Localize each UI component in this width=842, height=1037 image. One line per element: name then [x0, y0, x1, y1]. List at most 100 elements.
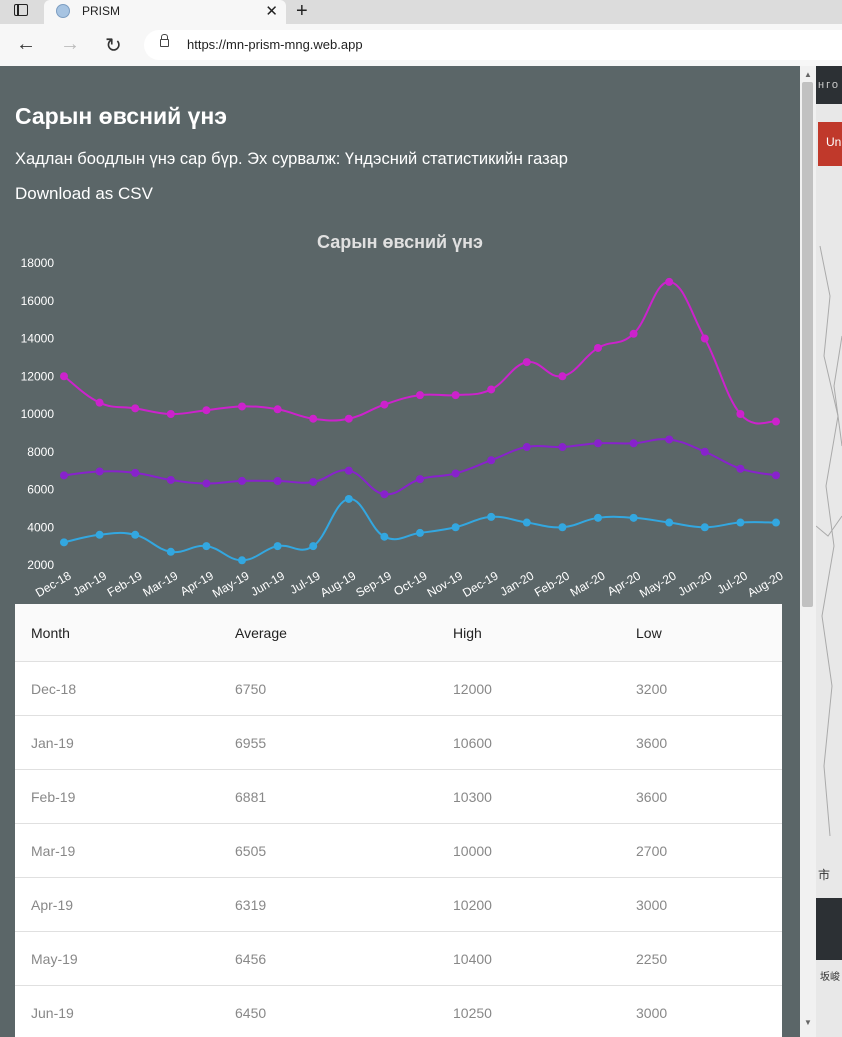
lock-icon[interactable]	[160, 34, 169, 47]
map-top-navbar: нго	[816, 66, 842, 104]
forward-arrow-icon[interactable]: →	[60, 33, 80, 56]
data-point	[736, 518, 745, 527]
data-point	[131, 404, 140, 413]
cell-low: 3000	[636, 1005, 668, 1021]
cell-low: 3600	[636, 789, 668, 805]
data-point	[380, 400, 389, 409]
data-point	[522, 358, 531, 367]
cell-average: 6505	[235, 843, 267, 859]
y-tick-label: 18000	[21, 256, 55, 270]
scroll-down-arrow-icon[interactable]: ▼	[804, 1018, 812, 1027]
cell-high: 10400	[453, 951, 492, 967]
data-point	[665, 277, 674, 286]
panel-title: Сарын өвсний үнэ	[15, 103, 228, 129]
x-tick-label: May-20	[637, 568, 679, 600]
data-point	[309, 477, 318, 486]
data-point	[416, 528, 424, 537]
map-label-2: 坂峻	[820, 972, 840, 983]
data-point	[522, 518, 531, 527]
data-point	[166, 410, 175, 418]
data-point	[60, 538, 68, 547]
browser-tab[interactable]: PRISM ✕	[44, 0, 286, 24]
map-background[interactable]: нго Un 市 坂峻	[816, 66, 842, 1037]
y-tick-label: 12000	[21, 369, 55, 383]
x-tick-label: Aug-19	[318, 568, 359, 600]
data-point	[594, 513, 602, 522]
y-tick-label: 8000	[27, 445, 54, 459]
data-point	[522, 443, 531, 452]
map-bottom-panel	[816, 898, 842, 960]
data-point	[594, 439, 602, 448]
url-field[interactable]: https://mn-prism-mng.web.app	[144, 30, 842, 60]
data-point	[451, 391, 460, 400]
map-red-button[interactable]: Un	[818, 122, 842, 166]
x-tick-label: Aug-20	[745, 568, 786, 600]
table-row: Jun-19 6450 10250 3000	[15, 986, 782, 1037]
cell-average: 6319	[235, 897, 267, 913]
data-point	[380, 490, 389, 499]
data-point	[202, 542, 211, 551]
data-point	[772, 471, 780, 480]
header-month: Month	[31, 625, 70, 641]
data-point	[451, 469, 460, 478]
data-point	[131, 530, 140, 539]
y-tick-label: 6000	[27, 483, 54, 497]
data-point	[665, 518, 674, 527]
cell-month: May-19	[31, 951, 78, 967]
data-point	[629, 329, 638, 338]
table-row: Apr-19 6319 10200 3000	[15, 878, 782, 932]
price-table: Month Average High Low Dec-18 6750 12000…	[15, 604, 782, 1037]
un-favicon-icon	[56, 4, 70, 18]
cell-month: Jun-19	[31, 1005, 74, 1021]
data-point	[202, 406, 211, 415]
tab-title: PRISM	[82, 4, 121, 18]
data-point	[344, 466, 353, 475]
cell-low: 3600	[636, 735, 668, 751]
table-row: Feb-19 6881 10300 3600	[15, 770, 782, 824]
data-point	[558, 443, 567, 452]
table-row: Mar-19 6505 10000 2700	[15, 824, 782, 878]
data-point	[736, 410, 745, 418]
y-tick-label: 14000	[21, 332, 55, 346]
data-point	[736, 464, 745, 473]
data-point	[594, 343, 602, 352]
x-tick-label: Apr-20	[605, 568, 643, 598]
data-point	[166, 547, 175, 556]
cell-low: 2700	[636, 843, 668, 859]
data-point	[273, 542, 282, 551]
download-csv-link[interactable]: Download as CSV	[15, 184, 153, 204]
new-tab-icon[interactable]: +	[296, 0, 308, 23]
x-tick-label: Mar-20	[568, 568, 608, 599]
cell-average: 6456	[235, 951, 267, 967]
close-tab-icon[interactable]: ✕	[265, 2, 278, 20]
x-tick-label: Oct-19	[391, 568, 429, 598]
data-point	[60, 372, 68, 381]
reload-icon[interactable]: ↻	[105, 33, 122, 58]
cell-average: 6450	[235, 1005, 267, 1021]
table-row: Jan-19 6955 10600 3600	[15, 716, 782, 770]
data-point	[629, 513, 638, 522]
data-point	[380, 532, 389, 541]
data-point	[202, 479, 211, 488]
scroll-thumb[interactable]	[802, 82, 813, 607]
table-row: Dec-18 6750 12000 3200	[15, 662, 782, 716]
scrollbar[interactable]: ▲ ▼	[800, 66, 816, 1037]
cell-average: 6881	[235, 789, 267, 805]
header-low: Low	[636, 625, 662, 641]
data-point	[238, 476, 246, 485]
data-point	[131, 468, 140, 477]
x-tick-label: Jul-19	[287, 568, 323, 597]
url-text[interactable]: https://mn-prism-mng.web.app	[187, 37, 363, 52]
map-label: 市	[818, 868, 831, 882]
scroll-up-arrow-icon[interactable]: ▲	[804, 70, 812, 79]
data-point	[273, 477, 282, 486]
table-row: May-19 6456 10400 2250	[15, 932, 782, 986]
data-point	[273, 405, 282, 414]
y-tick-label: 2000	[27, 558, 54, 572]
data-point	[451, 523, 460, 532]
back-arrow-icon[interactable]: ←	[16, 33, 36, 56]
tab-actions-icon[interactable]	[14, 4, 28, 16]
data-point	[344, 414, 353, 423]
data-point	[665, 435, 674, 444]
cell-high: 10600	[453, 735, 492, 751]
